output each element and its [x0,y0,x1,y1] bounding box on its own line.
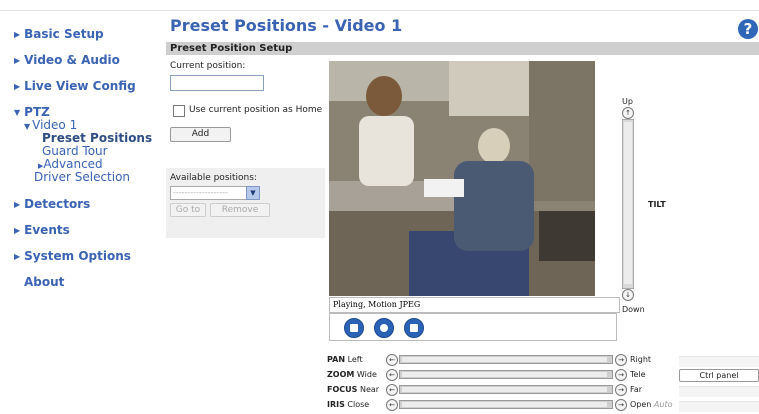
nav-events[interactable]: ▶ Events [14,223,70,237]
video-frame-image [329,61,595,296]
section-title: Preset Position Setup [166,42,759,55]
arrow-left-icon[interactable]: ← [386,354,398,366]
iris-open-text: Open [630,400,652,409]
nav-guard-tour[interactable]: Guard Tour [42,144,108,158]
zoom-slider[interactable] [399,370,613,379]
nav-live-view-config[interactable]: ▶ Live View Config [14,79,136,93]
arrow-up-icon[interactable]: ↑ [622,107,634,119]
nav-detectors[interactable]: ▶ Detectors [14,197,90,211]
zoom-slider-fill [402,372,607,377]
zoom-wide-label: Wide [356,370,377,379]
arrow-down-icon[interactable]: ↓ [622,289,634,301]
arrow-left-icon[interactable]: ← [386,399,398,411]
arrow-left-icon[interactable]: ← [386,384,398,396]
arrow-right-icon[interactable]: → [615,354,627,366]
home-checkbox-label: Use current position as Home [189,105,323,115]
stop-icon[interactable] [344,318,364,338]
nav-driver-selection[interactable]: Driver Selection [34,170,130,184]
chevron-right-icon: ▶ [14,252,21,261]
focus-slider-fill [402,387,607,392]
pan-left-label: Left [347,355,363,364]
iris-label: IRIS [327,400,345,409]
live-video[interactable] [329,61,595,296]
help-icon[interactable]: ? [738,19,758,39]
chevron-right-icon: ▶ [14,82,21,91]
pan-row-label: PAN Left [327,355,363,364]
header-divider [0,10,759,11]
chevron-right-icon: ▶ [14,200,21,209]
chevron-right-icon: ▶ [14,56,21,65]
zoom-label: ZOOM [327,370,355,379]
nav-system-options[interactable]: ▶ System Options [14,249,131,263]
iris-row-label: IRIS Close [327,400,369,409]
snapshot-glyph [380,324,388,332]
video-controls [329,313,617,341]
ctrl-panel-button[interactable]: Ctrl panel [679,369,759,382]
arrow-right-icon[interactable]: → [615,384,627,396]
focus-value-box [679,386,759,397]
add-button[interactable]: Add [170,127,231,142]
nav-advanced[interactable]: ▶Advanced [38,157,103,171]
pan-right-label: Right [630,355,652,364]
iris-slider[interactable] [399,400,613,409]
focus-label: FOCUS [327,385,358,394]
page-title: Preset Positions - Video 1 [170,16,403,35]
current-position-label: Current position: [170,61,246,71]
nav-ptz[interactable]: ▼ PTZ [14,105,50,119]
available-positions-select[interactable]: ------------------- [170,186,250,200]
nav-ptz-video1[interactable]: ▼ Video 1 [24,118,77,132]
tilt-label: TILT [648,200,666,209]
arrow-right-icon[interactable]: → [615,369,627,381]
nav-video-audio[interactable]: ▶ Video & Audio [14,53,120,67]
available-positions-label: Available positions: [170,173,257,183]
home-checkbox[interactable] [173,105,185,117]
pan-label: PAN [327,355,346,364]
chevron-right-icon: ▶ [14,30,21,39]
chevron-down-icon: ▼ [24,122,31,131]
iris-value-box [679,401,759,412]
pan-value-box [679,356,759,367]
focus-slider[interactable] [399,385,613,394]
arrow-left-icon[interactable]: ← [386,369,398,381]
focus-far-label: Far [630,385,643,394]
snapshot-icon[interactable] [374,318,394,338]
iris-slider-fill [402,402,607,407]
zoom-tele-label: Tele [630,370,646,379]
tilt-slider[interactable] [622,119,634,289]
iris-open-label: Open Auto [630,400,673,409]
chevron-right-icon: ▶ [14,226,21,235]
fullscreen-icon[interactable] [404,318,424,338]
chevron-down-icon[interactable]: ▼ [246,186,260,200]
focus-near-label: Near [359,385,380,394]
tilt-down-label: Down [622,305,645,314]
nav-about[interactable]: About [24,275,64,289]
arrow-right-icon[interactable]: → [615,399,627,411]
tilt-up-label: Up [622,97,633,106]
goto-button[interactable]: Go to [170,203,206,217]
zoom-row-label: ZOOM Wide [327,370,377,379]
nav-basic-setup[interactable]: ▶ Basic Setup [14,27,104,41]
pan-slider[interactable] [399,355,613,364]
pan-slider-fill [402,357,607,362]
tilt-slider-track [624,122,632,284]
chevron-down-icon: ▼ [14,108,21,117]
remove-button[interactable]: Remove [210,203,270,217]
nav-preset-positions[interactable]: Preset Positions [42,131,152,145]
focus-row-label: FOCUS Near [327,385,379,394]
stop-glyph [350,324,358,332]
iris-auto-label[interactable]: Auto [654,400,673,409]
video-status-bar: Playing, Motion JPEG [329,297,620,313]
current-position-input[interactable] [170,75,264,91]
fullscreen-glyph [410,324,418,332]
iris-close-label: Close [347,400,370,409]
